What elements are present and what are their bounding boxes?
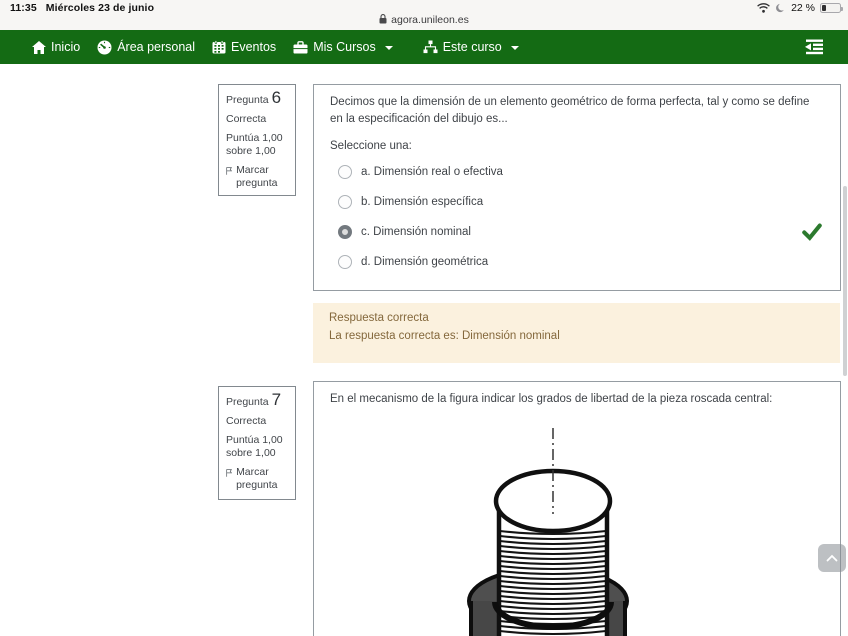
- scrollbar-thumb[interactable]: [843, 186, 847, 376]
- select-one-prompt: Seleccione una:: [330, 138, 824, 155]
- wifi-icon: [757, 3, 770, 13]
- question-7-info-box: Pregunta7 Correcta Puntúa 1,00sobre 1,00…: [218, 386, 296, 500]
- answer-options: a. Dimensión real o efectiva b. Dimensió…: [330, 157, 824, 277]
- blocks-drawer-toggle-icon[interactable]: [804, 39, 825, 55]
- address-bar[interactable]: agora.unileon.es: [0, 14, 848, 26]
- option-b[interactable]: b. Dimensión específica: [330, 187, 824, 217]
- nav-item-inicio[interactable]: Inicio: [32, 40, 80, 54]
- nav-label: Inicio: [51, 40, 80, 54]
- scroll-to-top-button[interactable]: [818, 544, 846, 572]
- option-label: a. Dimensión real o efectiva: [361, 164, 503, 181]
- feedback-text: La respuesta correcta es: Dimensión nomi…: [329, 330, 824, 342]
- nav-item-area-personal[interactable]: Área personal: [97, 40, 195, 55]
- feedback-box: Respuesta correcta La respuesta correcta…: [313, 303, 840, 363]
- radio-button[interactable]: [338, 165, 352, 179]
- question-points: Puntúa 1,00sobre 1,00: [226, 434, 288, 460]
- nav-label: Área personal: [117, 40, 195, 54]
- question-text: Decimos que la dimensión de un elemento …: [330, 94, 824, 128]
- nav-label: Eventos: [231, 40, 276, 54]
- flag-question-link[interactable]: Marcar pregunta: [226, 466, 288, 492]
- nav-label: Mis Cursos: [313, 40, 376, 54]
- date-text: Miércoles 23 de junio: [46, 2, 154, 14]
- chevron-down-icon: [385, 46, 393, 50]
- option-d[interactable]: d. Dimensión geométrica: [330, 247, 824, 277]
- question-6-info-box: Pregunta6 Correcta Puntúa 1,00sobre 1,00…: [218, 84, 296, 196]
- flag-label: Marcar pregunta: [236, 466, 288, 492]
- question-points: Puntúa 1,00sobre 1,00: [226, 132, 288, 158]
- url-text: agora.unileon.es: [391, 14, 469, 26]
- nav-item-este-curso[interactable]: Este curso: [423, 40, 519, 54]
- nav-item-mis-cursos[interactable]: Mis Cursos: [293, 40, 393, 54]
- question-state: Correcta: [226, 415, 288, 428]
- question-text: En el mecanismo de la figura indicar los…: [330, 391, 824, 408]
- sitemap-icon: [423, 40, 438, 54]
- home-icon: [32, 41, 46, 54]
- chevron-down-icon: [511, 46, 519, 50]
- clock-text: 11:35: [10, 2, 37, 14]
- nav-item-eventos[interactable]: Eventos: [212, 40, 276, 54]
- question-number: Pregunta6: [226, 91, 288, 107]
- radio-button[interactable]: [338, 225, 352, 239]
- correct-check-icon: [802, 222, 822, 241]
- chevron-up-icon: [826, 554, 838, 562]
- option-label: d. Dimensión geométrica: [361, 254, 488, 271]
- moodle-navbar: Inicio Área personal: [0, 30, 848, 64]
- status-time-date: 11:35 Miércoles 23 de junio: [10, 2, 154, 14]
- radio-button[interactable]: [338, 255, 352, 269]
- dashboard-icon: [97, 40, 112, 55]
- flag-icon: [226, 467, 232, 479]
- feedback-title: Respuesta correcta: [329, 312, 824, 324]
- moon-dnd-icon: [775, 3, 786, 14]
- calendar-icon: [212, 40, 226, 54]
- option-label: b. Dimensión específica: [361, 194, 483, 211]
- question-6-content: Decimos que la dimensión de un elemento …: [313, 84, 841, 291]
- flag-icon: [226, 165, 232, 177]
- option-c[interactable]: c. Dimensión nominal: [330, 217, 824, 247]
- question-7-content: En el mecanismo de la figura indicar los…: [313, 381, 841, 636]
- battery-icon: [820, 3, 841, 13]
- question-number: Pregunta7: [226, 393, 288, 409]
- lock-icon: [379, 14, 387, 24]
- battery-percent-text: 22 %: [791, 2, 815, 14]
- flag-question-link[interactable]: Marcar pregunta: [226, 164, 288, 190]
- threaded-shaft-figure: [431, 421, 691, 636]
- option-label: c. Dimensión nominal: [361, 224, 471, 241]
- flag-label: Marcar pregunta: [236, 164, 288, 190]
- radio-button[interactable]: [338, 195, 352, 209]
- ios-status-bar: 11:35 Miércoles 23 de junio 22 % agora.un…: [0, 0, 848, 30]
- safari-moodle-quiz-page: 11:35 Miércoles 23 de junio 22 % agora.un…: [0, 0, 848, 636]
- briefcase-icon: [293, 41, 308, 54]
- question-state: Correcta: [226, 113, 288, 126]
- option-a[interactable]: a. Dimensión real o efectiva: [330, 157, 824, 187]
- nav-label: Este curso: [443, 40, 502, 54]
